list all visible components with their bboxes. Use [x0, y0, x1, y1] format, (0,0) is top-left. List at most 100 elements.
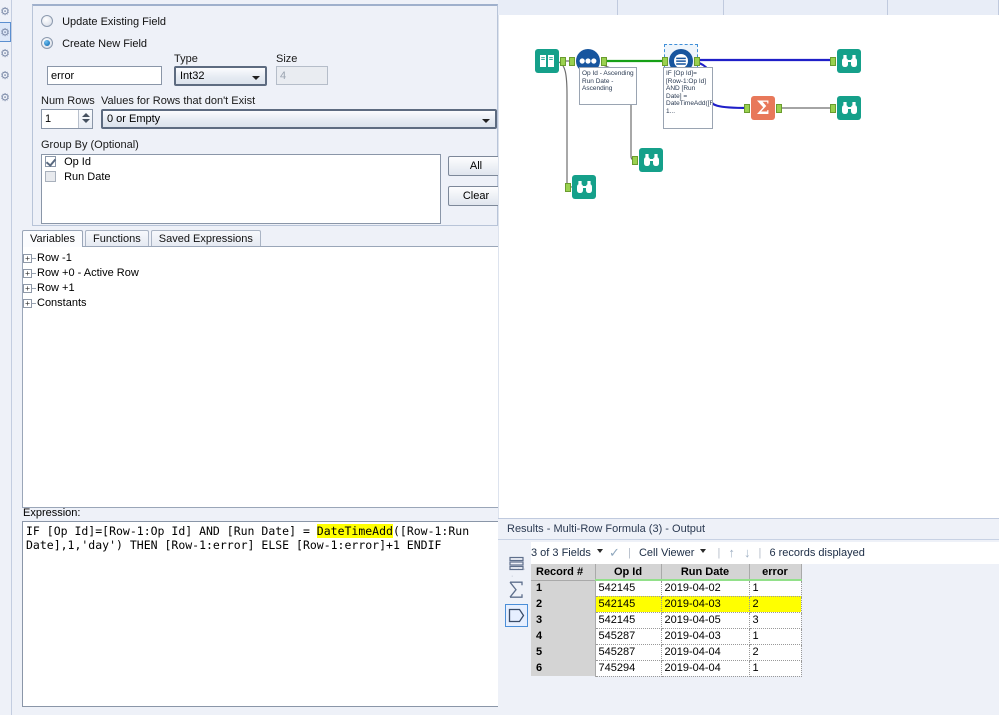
group-by-item-op-id[interactable]: Op Id — [42, 155, 440, 170]
workflow-tab-bar[interactable] — [498, 0, 999, 15]
tree-node-row-minus-1[interactable]: + Row -1 — [23, 251, 499, 266]
tree-node-row-plus-1[interactable]: + Row +1 — [23, 281, 499, 296]
arrow-down-icon[interactable]: ↓ — [744, 542, 751, 564]
browse-tool-top-right[interactable] — [837, 49, 861, 73]
properties-icon[interactable]: ⚙ — [0, 66, 11, 86]
chevron-down-icon[interactable] — [597, 549, 603, 553]
cell-run-date[interactable]: 2019-04-05 — [661, 612, 749, 628]
clear-all-button[interactable]: Clear — [448, 186, 504, 206]
output-anchor[interactable] — [776, 104, 782, 113]
field-name-input[interactable] — [47, 66, 162, 85]
workflow-canvas[interactable]: Σ — [498, 15, 999, 518]
expand-plus-icon[interactable]: + — [23, 284, 32, 293]
checkbox-unchecked-icon[interactable] — [45, 171, 56, 182]
create-new-field-radio-row[interactable]: Create New Field — [41, 36, 147, 52]
browse-tool-bottom-left[interactable] — [572, 175, 596, 199]
table-row[interactable]: 2 542145 2019-04-03 2 — [531, 596, 801, 612]
num-rows-stepper[interactable]: 1 — [41, 109, 93, 129]
tab-functions[interactable]: Functions — [85, 230, 149, 247]
fields-count-label[interactable]: 3 of 3 Fields — [531, 542, 591, 564]
input-anchor[interactable] — [830, 104, 836, 113]
results-grid[interactable]: Record # Op Id Run Date error 1 542145 2… — [531, 564, 802, 677]
variables-tree[interactable]: + Row -1 + Row +0 - Active Row + Row +1 … — [22, 246, 500, 508]
cell-error[interactable]: 1 — [749, 580, 801, 596]
runtime-icon[interactable]: ⚙ — [0, 88, 11, 108]
update-existing-field-radio-row[interactable]: Update Existing Field — [41, 14, 166, 30]
checkmark-icon[interactable]: ✓ — [609, 542, 620, 564]
select-all-button[interactable]: All — [448, 156, 504, 176]
spin-up-icon[interactable] — [82, 113, 90, 117]
table-row[interactable]: 4 545287 2019-04-03 1 — [531, 628, 801, 644]
update-existing-field-radio[interactable] — [41, 15, 53, 27]
spin-down-icon[interactable] — [82, 119, 90, 123]
expand-plus-icon[interactable]: + — [23, 269, 32, 278]
cell-op-id[interactable]: 542145 — [595, 580, 661, 596]
tree-node-row-plus-0[interactable]: + Row +0 - Active Row — [23, 266, 499, 281]
column-header-op-id[interactable]: Op Id — [595, 564, 661, 580]
metadata-sigma-icon[interactable] — [505, 578, 528, 601]
table-row[interactable]: 3 542145 2019-04-05 3 — [531, 612, 801, 628]
cell-error[interactable]: 2 — [749, 596, 801, 612]
cell-op-id[interactable]: 545287 — [595, 628, 661, 644]
input-anchor[interactable] — [632, 156, 638, 165]
output-anchor[interactable] — [601, 57, 607, 66]
table-row[interactable]: 6 745294 2019-04-04 1 — [531, 660, 801, 676]
data-output-icon[interactable] — [505, 604, 528, 627]
expression-editor[interactable]: IF [Op Id]=[Row-1:Op Id] AND [Run Date] … — [22, 521, 500, 707]
table-row[interactable]: 5 545287 2019-04-04 2 — [531, 644, 801, 660]
output-anchor[interactable] — [694, 57, 700, 66]
tree-node-constants[interactable]: + Constants — [23, 296, 499, 311]
table-row[interactable]: 1 542145 2019-04-02 1 — [531, 580, 801, 596]
summarize-tool[interactable]: Σ — [751, 96, 775, 120]
cell-run-date[interactable]: 2019-04-04 — [661, 644, 749, 660]
cell-error[interactable]: 1 — [749, 628, 801, 644]
cell-error[interactable]: 3 — [749, 612, 801, 628]
cell-op-id[interactable]: 542145 — [595, 612, 661, 628]
tree-node-label: Row +0 - Active Row — [37, 267, 139, 279]
workflow-tab-segment[interactable] — [888, 0, 999, 15]
cell-error[interactable]: 1 — [749, 660, 801, 676]
expand-plus-icon[interactable]: + — [23, 254, 32, 263]
browse-tool-middle[interactable] — [639, 148, 663, 172]
cell-run-date[interactable]: 2019-04-03 — [661, 596, 749, 612]
workflow-tab-segment[interactable] — [498, 0, 618, 15]
workflow-tab-segment[interactable] — [724, 0, 888, 15]
annotation-icon[interactable]: ⚙ — [0, 44, 11, 64]
tab-saved-expressions[interactable]: Saved Expressions — [151, 230, 261, 247]
create-new-field-label: Create New Field — [62, 38, 147, 50]
column-header-record[interactable]: Record # — [531, 564, 595, 580]
cell-op-id[interactable]: 545287 — [595, 644, 661, 660]
selected-gear-icon[interactable]: ⚙ — [0, 22, 11, 42]
create-new-field-radio[interactable] — [41, 37, 53, 49]
workflow-tab-segment[interactable] — [618, 0, 724, 15]
config-gear-icon[interactable]: ⚙ — [0, 2, 11, 22]
input-anchor[interactable] — [569, 57, 575, 66]
type-combo[interactable]: Int32 — [174, 66, 267, 86]
records-list-icon[interactable] — [505, 552, 528, 575]
browse-tool-mid-right[interactable] — [837, 96, 861, 120]
cell-op-id[interactable]: 745294 — [595, 660, 661, 676]
input-anchor[interactable] — [744, 104, 750, 113]
cell-run-date[interactable]: 2019-04-03 — [661, 628, 749, 644]
tab-variables[interactable]: Variables — [22, 230, 83, 247]
cell-run-date[interactable]: 2019-04-02 — [661, 580, 749, 596]
num-rows-spin-buttons[interactable] — [78, 110, 92, 128]
expand-plus-icon[interactable]: + — [23, 299, 32, 308]
values-missing-rows-combo[interactable]: 0 or Empty — [101, 109, 497, 129]
group-by-field-list[interactable]: Op Id Run Date — [41, 154, 441, 224]
checkbox-checked-icon[interactable] — [45, 156, 56, 167]
column-header-error[interactable]: error — [749, 564, 801, 580]
input-anchor[interactable] — [662, 57, 668, 66]
cell-error[interactable]: 2 — [749, 644, 801, 660]
group-by-item-run-date[interactable]: Run Date — [42, 170, 440, 185]
chevron-down-icon[interactable] — [700, 549, 706, 553]
cell-op-id[interactable]: 542145 — [595, 596, 661, 612]
input-anchor[interactable] — [565, 183, 571, 192]
cell-run-date[interactable]: 2019-04-04 — [661, 660, 749, 676]
input-data-tool[interactable] — [535, 49, 559, 73]
arrow-up-icon[interactable]: ↑ — [728, 542, 735, 564]
cell-viewer-label[interactable]: Cell Viewer — [639, 542, 694, 564]
input-anchor[interactable] — [830, 57, 836, 66]
column-header-run-date[interactable]: Run Date — [661, 564, 749, 580]
output-anchor[interactable] — [560, 57, 566, 66]
